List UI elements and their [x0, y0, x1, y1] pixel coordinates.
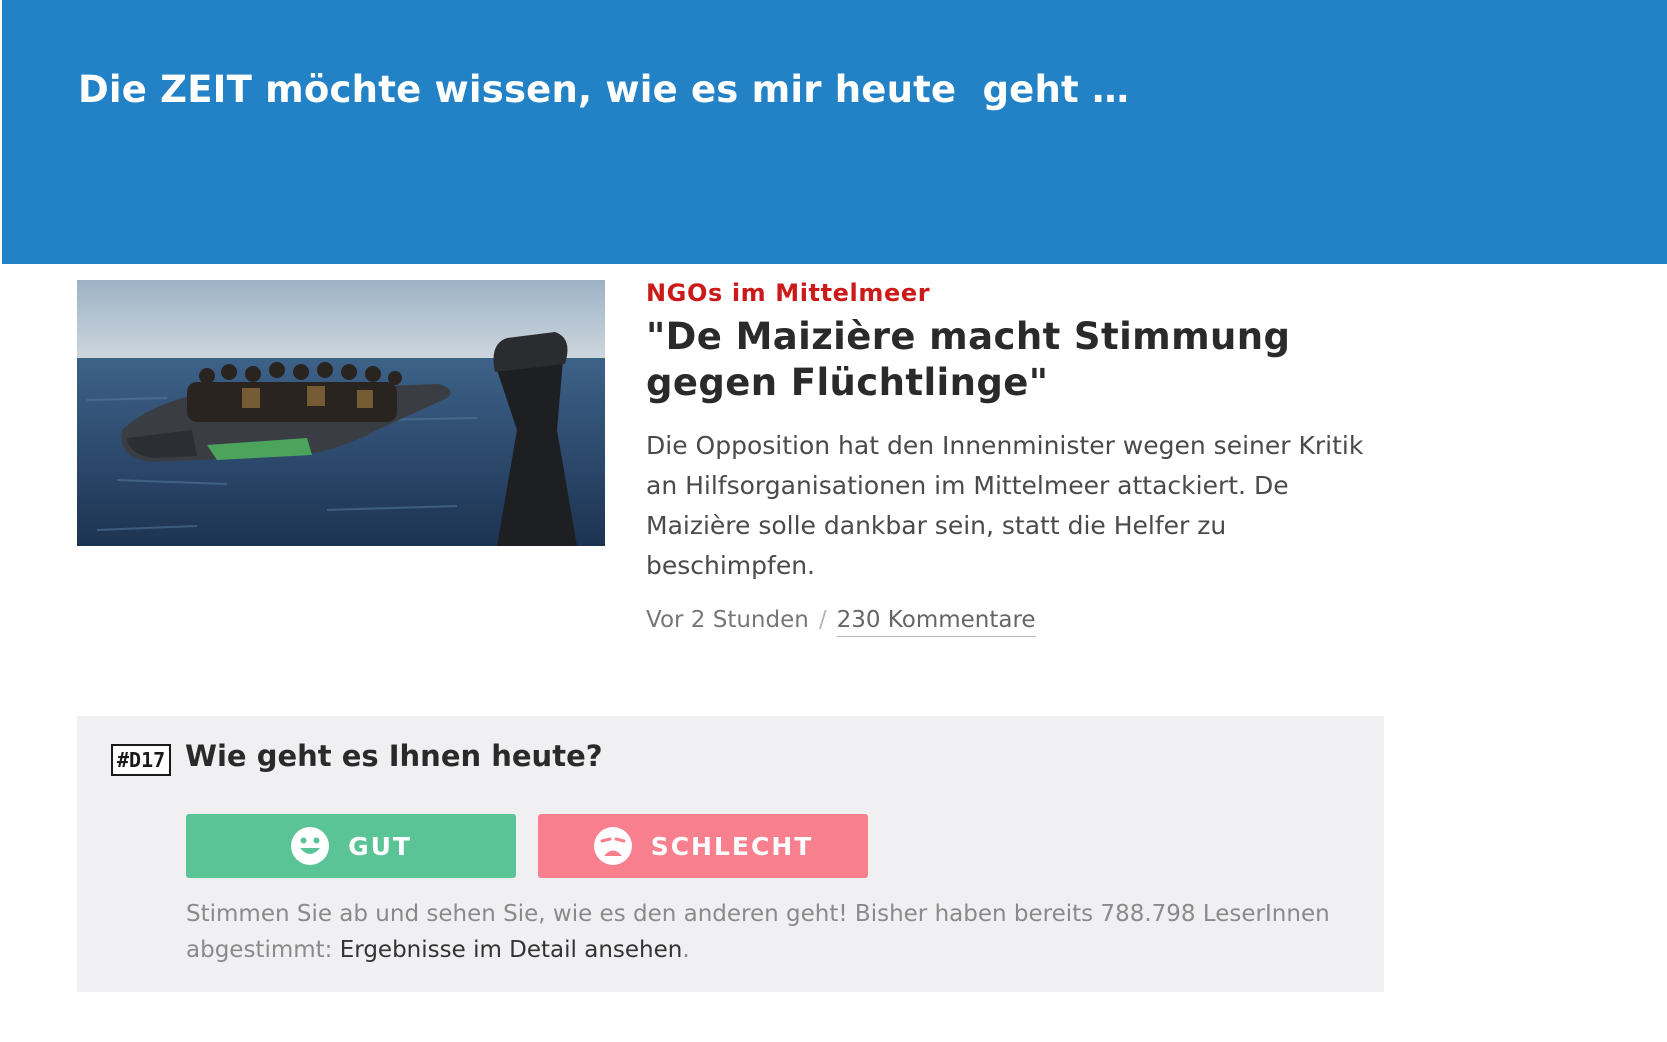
vote-good-button[interactable]: GUT — [186, 814, 516, 878]
article-summary: Die Opposition hat den Innenminister weg… — [646, 431, 1364, 580]
vote-good-label: GUT — [348, 831, 412, 861]
poll-title: Wie geht es Ihnen heute? — [185, 739, 603, 773]
article-headline[interactable]: "De Maizière macht Stimmung gegen Flücht… — [646, 314, 1366, 406]
top-banner: Die ZEIT möchte wissen, wie es mir heute… — [2, 0, 1667, 264]
article-time: Vor 2 Stunden — [646, 607, 809, 633]
vote-bad-button[interactable]: SCHLECHT — [538, 814, 868, 878]
article-meta: Vor 2 Stunden / 230 Kommentare — [646, 607, 1036, 637]
teaser-image[interactable] — [77, 280, 605, 546]
mood-poll: #D17 Wie geht es Ihnen heute? GUT SCHLEC… — [77, 716, 1384, 992]
poll-note-end: . — [682, 937, 690, 963]
refugee-boat-photo — [77, 280, 605, 546]
banner-title: Die ZEIT möchte wissen, wie es mir heute… — [78, 68, 1130, 111]
poll-note: Stimmen Sie ab und sehen Sie, wie es den… — [186, 896, 1366, 968]
smiley-sad-icon — [593, 826, 633, 866]
smiley-happy-icon — [290, 826, 330, 866]
results-detail-link[interactable]: Ergebnisse im Detail ansehen — [340, 937, 683, 963]
article-kicker[interactable]: NGOs im Mittelmeer — [646, 279, 930, 307]
vote-bad-label: SCHLECHT — [650, 831, 814, 861]
page: Die ZEIT möchte wissen, wie es mir heute… — [0, 0, 1667, 1042]
comments-link[interactable]: 230 Kommentare — [836, 607, 1036, 637]
meta-separator: / — [818, 607, 827, 633]
poll-tag-badge: #D17 — [111, 744, 172, 776]
